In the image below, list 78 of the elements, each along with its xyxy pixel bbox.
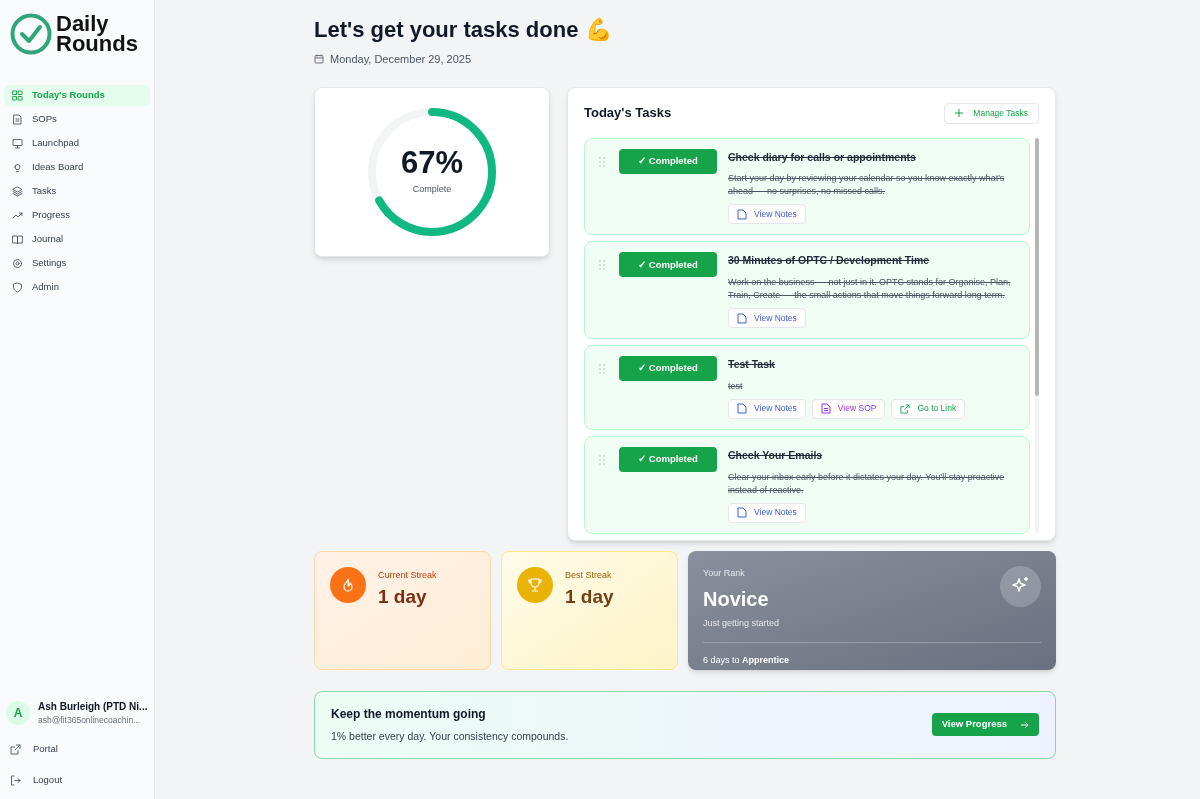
sidebar-item[interactable]: Settings: [4, 253, 150, 274]
flame-icon: [341, 577, 355, 592]
user-avatar: A: [6, 701, 30, 726]
completed-status-button[interactable]: ✓ Completed: [619, 356, 717, 381]
view-notes-button[interactable]: View Notes: [728, 398, 806, 419]
rank-next-text: 6 days to Apprentice: [703, 653, 791, 667]
logout-icon: [10, 775, 21, 786]
stat-label: Best Streak: [565, 568, 613, 582]
banner-text: 1% better every day. Your consistency compounds.: [331, 728, 569, 744]
external-link-icon: [900, 403, 911, 414]
portal-link[interactable]: Portal: [0, 739, 154, 760]
manage-tasks-button[interactable]: Manage Tasks: [944, 102, 1039, 124]
stat-value: 1 day: [378, 585, 428, 609]
sidebar-item[interactable]: Ideas Board: [4, 157, 150, 178]
plus-icon: [955, 109, 964, 117]
drag-handle-icon[interactable]: [599, 364, 605, 374]
layers-icon: [12, 186, 23, 197]
banner-title: Keep the momentum going: [331, 705, 487, 723]
rank-label: Your Rank: [703, 566, 745, 580]
sidebar-item[interactable]: SOPs: [4, 109, 150, 130]
logo-text: Daily Rounds: [56, 14, 138, 54]
drag-handle-icon[interactable]: [599, 156, 605, 167]
rank-name: Novice: [703, 587, 769, 612]
drag-handle-icon[interactable]: [599, 454, 605, 465]
page-title: Let's get your tasks done 💪: [314, 16, 613, 44]
file-icon: [737, 312, 747, 324]
user-email: ash@fit365onlinecoachin...: [38, 714, 142, 727]
lightbulb-icon: [12, 162, 23, 173]
logout-link[interactable]: Logout: [0, 770, 154, 791]
file-icon: [737, 403, 747, 415]
progress-percent: 67%: [400, 146, 463, 178]
go-to-link-button[interactable]: Go to Link: [891, 398, 966, 419]
sidebar-item[interactable]: Progress: [4, 205, 150, 226]
task-title: Test Task: [728, 357, 776, 372]
monitor-icon: [12, 138, 23, 149]
calendar-icon: [314, 54, 324, 65]
external-link-icon: [10, 744, 21, 755]
sidebar-item[interactable]: Today's Rounds: [4, 85, 150, 106]
book-icon: [12, 234, 23, 245]
task-description: Start your day by reviewing your calendar so you know exactly what's ahead — no surprises, no missed calls.: [728, 172, 1006, 199]
drag-handle-icon[interactable]: [599, 260, 605, 271]
sidebar-item[interactable]: Launchpad: [4, 133, 150, 154]
task-description: Clear your inbox early before it dictates your day. You'll stay proactive instead of reactive.: [728, 470, 1006, 497]
sidebar-item[interactable]: Admin: [4, 277, 150, 298]
date-text: Monday, December 29, 2025: [330, 52, 472, 67]
sidebar-item[interactable]: Tasks: [4, 181, 150, 202]
task-description: test: [728, 379, 744, 393]
rank-subtitle: Just getting started: [703, 617, 780, 630]
task-description: Work on the business — not just in it. OPTC stands for Organise, Plan, Train, Create — the small actions that move things forward long term.: [728, 276, 1012, 302]
view-notes-button[interactable]: View Notes: [728, 502, 806, 523]
completed-status-button[interactable]: ✓ Completed: [619, 148, 717, 174]
shield-icon: [12, 282, 23, 293]
progress-caption: Complete: [412, 182, 452, 196]
sidebar-item[interactable]: Journal: [4, 229, 150, 250]
file-icon: [737, 208, 747, 220]
completed-status-button[interactable]: ✓ Completed: [619, 252, 717, 278]
document-icon: [820, 403, 831, 415]
view-notes-button[interactable]: View Notes: [728, 308, 806, 328]
completed-status-button[interactable]: ✓ Completed: [619, 446, 717, 472]
settings-icon: [12, 258, 23, 269]
tasks-title: Today's Tasks: [584, 104, 672, 123]
stat-value: 1 day: [565, 585, 614, 609]
task-title: 30 Minutes of OPTC / Development Time: [728, 253, 931, 269]
file-icon: [737, 507, 747, 518]
logo-check-icon: [10, 13, 52, 55]
grid-icon: [12, 90, 23, 101]
arrow-right-icon: [1021, 720, 1029, 729]
user-name: Ash Burleigh (PTD Ni...: [38, 700, 148, 715]
scrollbar[interactable]: [1035, 137, 1039, 534]
document-icon: [12, 114, 23, 125]
view-notes-button[interactable]: View Notes: [728, 204, 806, 225]
view-progress-button[interactable]: View Progress: [931, 713, 1039, 736]
trophy-icon: [527, 576, 543, 593]
view-sop-button[interactable]: View SOP: [811, 398, 886, 419]
task-title: Check Your Emails: [728, 447, 824, 463]
stat-label: Current Streak: [378, 568, 437, 582]
task-title: Check diary for calls or appointments: [728, 149, 917, 165]
trend-icon: [12, 210, 23, 221]
